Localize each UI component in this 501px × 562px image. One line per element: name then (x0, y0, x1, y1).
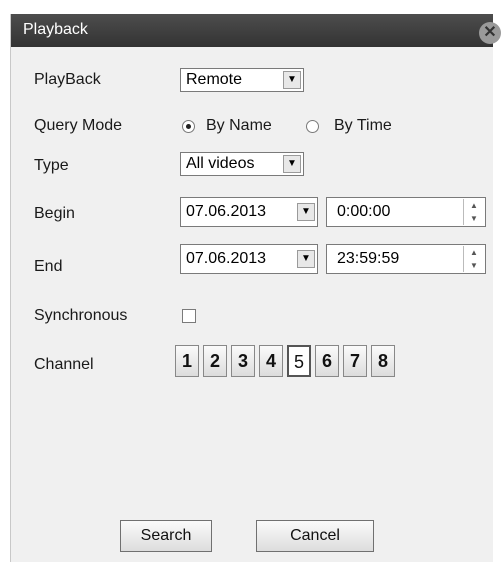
synchronous-checkbox[interactable] (182, 309, 196, 323)
channel-button-7[interactable]: 7 (343, 345, 367, 377)
end-time-value: 23:59:59 (337, 250, 400, 267)
spin-down-icon[interactable]: ▼ (464, 259, 484, 272)
synchronous-label: Synchronous (34, 307, 128, 324)
channel-button-8[interactable]: 8 (371, 345, 395, 377)
channel-button-1[interactable]: 1 (175, 345, 199, 377)
playback-label: PlayBack (34, 71, 101, 88)
type-value: All videos (186, 155, 255, 172)
channel-button-4[interactable]: 4 (259, 345, 283, 377)
end-date-value: 07.06.2013 (186, 250, 267, 267)
channel-label: Channel (34, 356, 94, 373)
channel-button-6[interactable]: 6 (315, 345, 339, 377)
query-mode-label: Query Mode (34, 117, 123, 134)
channel-button-2[interactable]: 2 (203, 345, 227, 377)
playback-select[interactable]: Remote ▼ (180, 68, 304, 92)
dialog-title: Playback (23, 21, 88, 38)
close-icon[interactable]: ✕ (479, 22, 501, 44)
type-select[interactable]: All videos ▼ (180, 152, 304, 176)
by-time-label[interactable]: By Time (334, 117, 392, 135)
playback-dialog: Playback ✕ (10, 14, 501, 562)
begin-date-value: 07.06.2013 (186, 203, 267, 220)
begin-label: Begin (34, 205, 75, 222)
type-label: Type (34, 157, 69, 174)
spin-up-icon[interactable]: ▲ (464, 199, 484, 212)
end-date-picker[interactable]: 07.06.2013 ▼ (180, 244, 318, 274)
begin-time-value: 0:00:00 (337, 203, 391, 220)
by-name-radio[interactable] (182, 120, 195, 133)
channel-button-3[interactable]: 3 (231, 345, 255, 377)
chevron-down-icon[interactable]: ▼ (283, 155, 301, 173)
end-label: End (34, 258, 63, 275)
channel-selector: 1 2 3 4 5 6 7 8 (175, 345, 399, 379)
end-time-input[interactable]: 23:59:59 ▲ ▼ (326, 244, 486, 274)
spin-up-icon[interactable]: ▲ (464, 246, 484, 259)
by-time-radio[interactable] (306, 120, 319, 133)
by-name-label[interactable]: By Name (206, 117, 272, 135)
chevron-down-icon[interactable]: ▼ (297, 203, 315, 221)
spin-down-icon[interactable]: ▼ (464, 212, 484, 225)
chevron-down-icon[interactable]: ▼ (283, 71, 301, 89)
begin-time-input[interactable]: 0:00:00 ▲ ▼ (326, 197, 486, 227)
chevron-down-icon[interactable]: ▼ (297, 250, 315, 268)
begin-date-picker[interactable]: 07.06.2013 ▼ (180, 197, 318, 227)
playback-value: Remote (186, 71, 243, 88)
title-bar[interactable]: Playback ✕ (11, 14, 501, 47)
search-button[interactable]: Search (120, 520, 212, 552)
channel-button-5[interactable]: 5 (287, 345, 311, 377)
cancel-button[interactable]: Cancel (256, 520, 374, 552)
